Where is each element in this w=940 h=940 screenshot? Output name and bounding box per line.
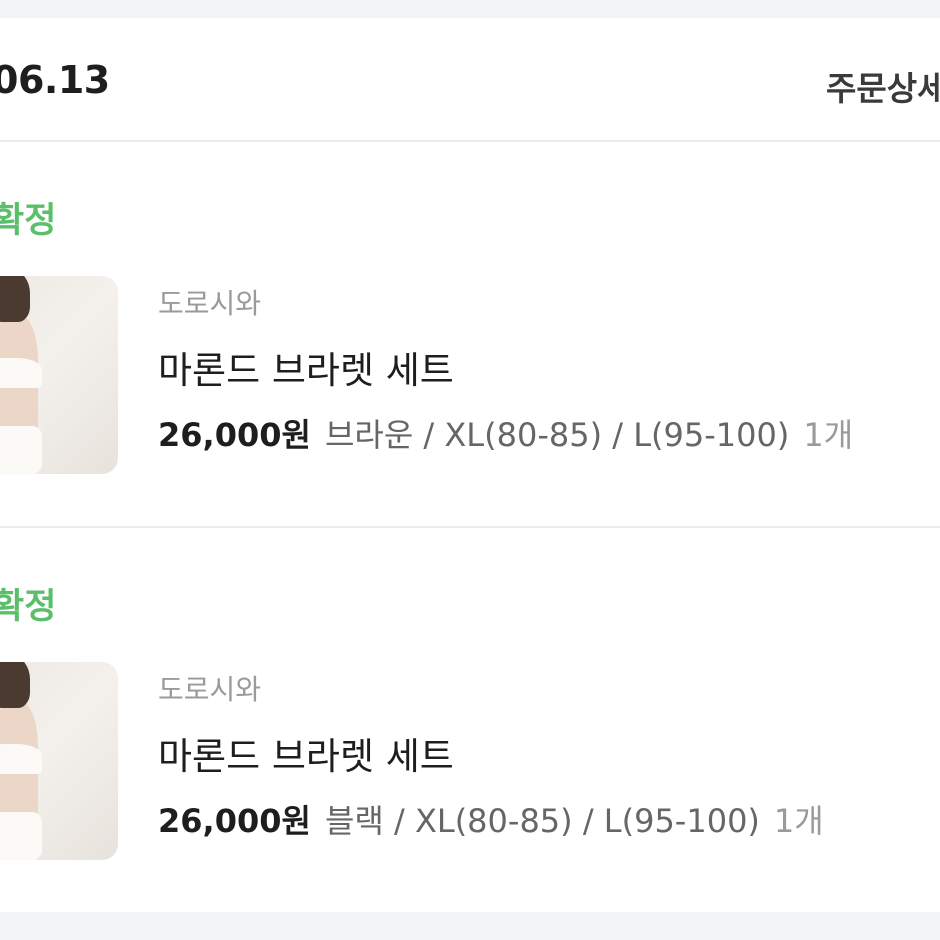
product-option: 브라운 / XL(80-85) / L(95-100) <box>324 416 790 454</box>
product-option: 블랙 / XL(80-85) / L(95-100) <box>324 802 760 840</box>
price-line: 26,000원 블랙 / XL(80-85) / L(95-100) 1개 <box>158 796 824 842</box>
order-date: 06.13 <box>0 58 110 102</box>
product-name[interactable]: 마론드 브라렛 세트 <box>158 726 454 780</box>
product-quantity: 1개 <box>803 416 854 454</box>
order-header: 06.13 주문상세 <box>0 18 940 140</box>
brand-name[interactable]: 도로시와 <box>158 668 261 708</box>
product-price: 26,000원 <box>158 416 311 454</box>
product-thumbnail[interactable] <box>0 276 118 474</box>
order-status: 확정 <box>0 201 57 241</box>
brand-name[interactable]: 도로시와 <box>158 282 261 322</box>
order-status: 확정 <box>0 587 57 627</box>
price-line: 26,000원 브라운 / XL(80-85) / L(95-100) 1개 <box>158 410 853 456</box>
product-name[interactable]: 마론드 브라렛 세트 <box>158 340 454 394</box>
product-thumbnail[interactable] <box>0 662 118 860</box>
order-detail-link[interactable]: 주문상세 <box>826 62 940 110</box>
order-item[interactable]: 확정 도로시와 마론드 브라렛 세트 26,000원 브라운 / XL(80-85… <box>0 142 940 528</box>
order-card: 06.13 주문상세 확정 도로시와 마론드 브라렛 세트 26,000원 브라운… <box>0 18 940 912</box>
product-price: 26,000원 <box>158 802 311 840</box>
product-quantity: 1개 <box>773 802 824 840</box>
order-item[interactable]: 확정 도로시와 마론드 브라렛 세트 26,000원 블랙 / XL(80-85)… <box>0 528 940 912</box>
